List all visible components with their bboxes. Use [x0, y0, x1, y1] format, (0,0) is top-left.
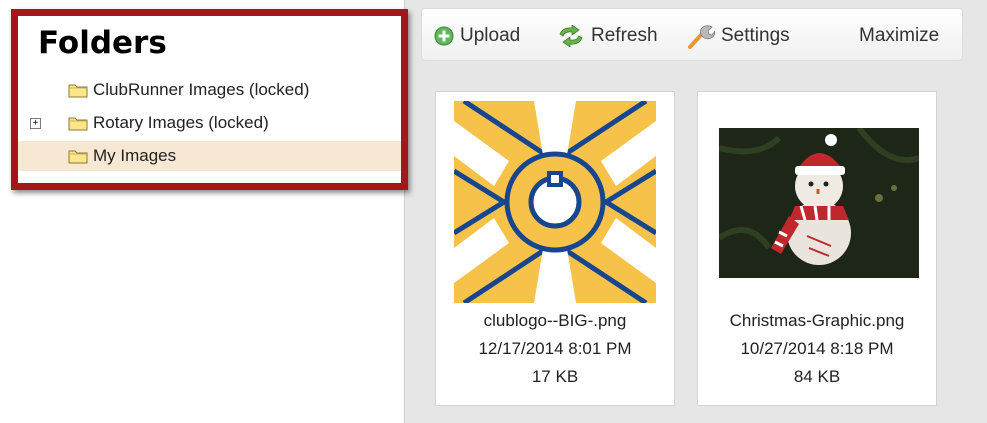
settings-label: Settings	[721, 24, 790, 46]
folder-icon	[68, 84, 88, 98]
expand-plus-icon[interactable]: +	[30, 117, 41, 129]
folder-item-rotary[interactable]: + Rotary Images (locked)	[18, 108, 401, 138]
toolbar: Upload Refresh Settings Maximize	[421, 8, 963, 61]
settings-button[interactable]: Settings	[687, 9, 790, 62]
snowman-ornament-thumbnail	[719, 128, 919, 278]
file-info: Christmas-Graphic.png 10/27/2014 8:18 PM…	[698, 307, 936, 391]
folders-title: Folders	[38, 25, 167, 61]
file-name: clublogo--BIG-.png	[483, 311, 627, 330]
folder-panel: Folders ClubRunner Images (locked) + Rot…	[0, 0, 408, 423]
file-date: 12/17/2014 8:01 PM	[478, 339, 632, 358]
folders-highlight-box: Folders ClubRunner Images (locked) + Rot…	[11, 9, 408, 190]
file-date: 10/27/2014 8:18 PM	[740, 339, 894, 358]
refresh-button[interactable]: Refresh	[557, 9, 658, 62]
refresh-icon	[559, 24, 583, 47]
file-info: clublogo--BIG-.png 12/17/2014 8:01 PM 17…	[436, 307, 674, 391]
folder-label: My Images	[93, 146, 177, 165]
folder-label: ClubRunner Images (locked)	[93, 80, 310, 99]
maximize-label: Maximize	[859, 24, 940, 46]
upload-label: Upload	[460, 24, 521, 46]
maximize-button[interactable]: Maximize	[859, 9, 939, 62]
file-browser: Folders ClubRunner Images (locked) + Rot…	[0, 0, 987, 423]
folder-item-clubrunner[interactable]: ClubRunner Images (locked)	[18, 75, 401, 105]
folder-label: Rotary Images (locked)	[93, 113, 269, 132]
rotary-logo-thumbnail	[454, 101, 656, 303]
wrench-icon	[688, 24, 715, 49]
file-tile[interactable]: clublogo--BIG-.png 12/17/2014 8:01 PM 17…	[435, 91, 675, 406]
refresh-label: Refresh	[591, 24, 658, 46]
upload-button[interactable]: Upload	[434, 9, 520, 62]
folder-icon	[68, 150, 88, 164]
folder-icon	[68, 117, 88, 131]
file-size: 17 KB	[531, 367, 579, 386]
file-name: Christmas-Graphic.png	[729, 311, 905, 330]
upload-icon	[434, 26, 454, 45]
folder-item-my-images[interactable]: My Images	[18, 141, 401, 171]
file-tile[interactable]: Christmas-Graphic.png 10/27/2014 8:18 PM…	[697, 91, 937, 406]
file-size: 84 KB	[793, 367, 841, 386]
